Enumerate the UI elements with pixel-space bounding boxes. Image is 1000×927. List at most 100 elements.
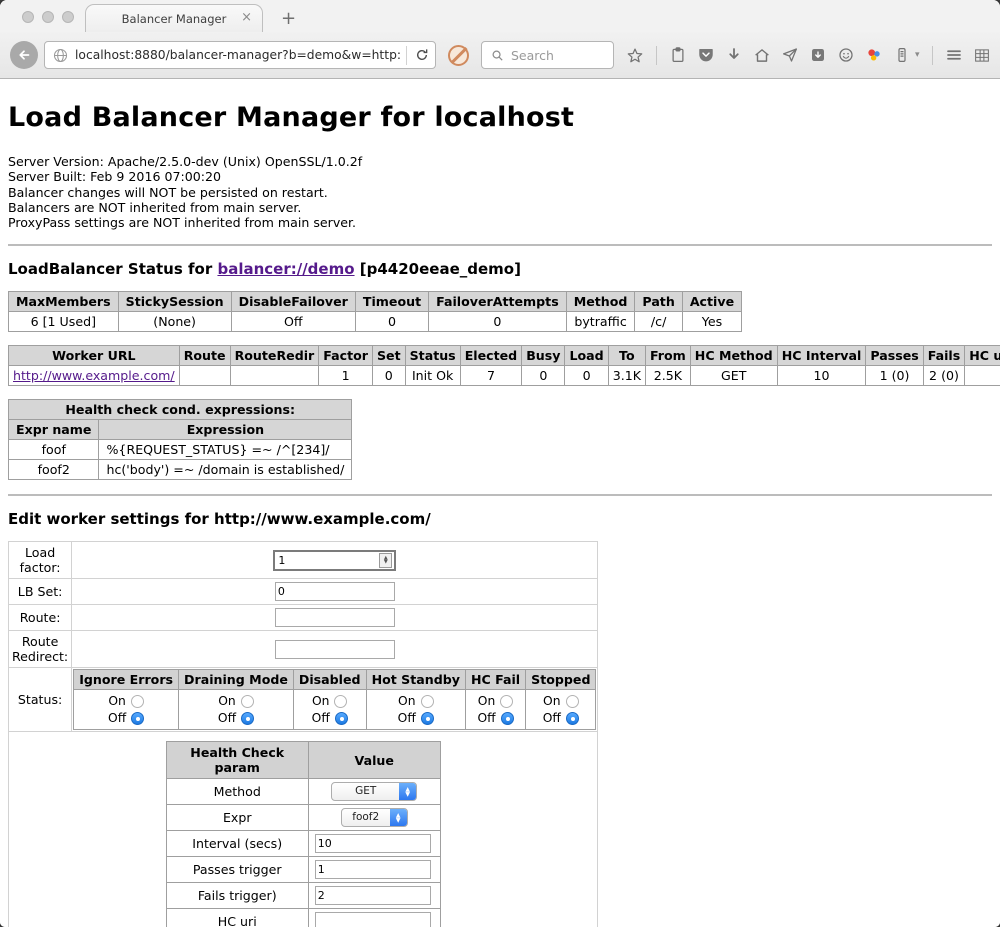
- search-icon: [488, 46, 506, 64]
- col-method: Method: [566, 292, 635, 312]
- download-icon[interactable]: [725, 46, 743, 64]
- lb-set-input[interactable]: [275, 582, 395, 601]
- globe-icon: [51, 46, 69, 64]
- back-button[interactable]: [10, 41, 38, 69]
- hc-uri-input[interactable]: [315, 912, 431, 927]
- send-plane-icon[interactable]: [781, 46, 799, 64]
- menu-button[interactable]: [945, 46, 963, 64]
- page-title: Load Balancer Manager for localhost: [8, 102, 992, 133]
- home-icon[interactable]: [753, 46, 771, 64]
- expr-select[interactable]: foof2 ▲▼: [341, 808, 408, 827]
- select-stepper-icon: ▲▼: [390, 809, 407, 826]
- url-text[interactable]: localhost:8880/balancer-manager?b=demo&w…: [75, 48, 400, 62]
- hot-standby-off-radio[interactable]: [421, 712, 434, 725]
- load-factor-input[interactable]: 1 ▲▼: [273, 550, 396, 571]
- route-input[interactable]: [275, 608, 395, 627]
- col-active: Active: [682, 292, 741, 312]
- hc-fail-on-radio[interactable]: [500, 695, 513, 708]
- form-row-load-factor: Load factor: 1 ▲▼: [9, 542, 598, 579]
- ignore-errors-on-radio[interactable]: [131, 695, 144, 708]
- stopped-on-radio[interactable]: [566, 695, 579, 708]
- url-bar[interactable]: localhost:8880/balancer-manager?b=demo&w…: [44, 41, 436, 69]
- pocket-icon[interactable]: [697, 46, 715, 64]
- server-built: Server Built: Feb 9 2016 07:00:20: [8, 169, 221, 184]
- browser-tab[interactable]: Balancer Manager ×: [85, 4, 263, 32]
- toolbar-divider: [932, 46, 933, 65]
- browser-window: Balancer Manager × + localhost:8880/bala…: [0, 0, 1000, 927]
- search-input[interactable]: [511, 48, 601, 63]
- form-row-lb-set: LB Set:: [9, 579, 598, 605]
- col-disablefailover: DisableFailover: [231, 292, 355, 312]
- hc-row-passes: Passes trigger: [166, 857, 440, 883]
- hc-row-hcuri: HC uri: [166, 909, 440, 927]
- urlbar-divider: [406, 46, 407, 65]
- balancer-link[interactable]: balancer://demo: [217, 260, 354, 278]
- expr-row: foof2 hc('body') =~ /domain is establish…: [9, 460, 352, 480]
- fails-input[interactable]: [315, 886, 431, 905]
- table-row: 6 [1 Used] (None) Off 0 0 bytraffic /c/ …: [9, 312, 742, 332]
- col-maxmembers: MaxMembers: [9, 292, 119, 312]
- status-table: Ignore Errors Draining Mode Disabled Hot…: [73, 669, 596, 730]
- new-tab-button[interactable]: +: [281, 10, 296, 28]
- back-arrow-icon: [15, 46, 33, 64]
- draining-mode-off-radio[interactable]: [241, 712, 254, 725]
- server-version: Server Version: Apache/2.5.0-dev (Unix) …: [8, 154, 362, 169]
- window-close-button[interactable]: [22, 11, 34, 23]
- col-timeout: Timeout: [355, 292, 428, 312]
- status-heading-suffix: [p4420eeae_demo]: [355, 260, 521, 278]
- status-heading-prefix: LoadBalancer Status for: [8, 260, 217, 278]
- col-failoverattempts: FailoverAttempts: [429, 292, 567, 312]
- hc-fail-off-radio[interactable]: [501, 712, 514, 725]
- notes-panel-icon[interactable]: [893, 46, 911, 64]
- search-bar[interactable]: [481, 41, 614, 69]
- ignore-errors-off-radio[interactable]: [131, 712, 144, 725]
- method-select[interactable]: GET ▲▼: [331, 782, 417, 801]
- balancer-table: MaxMembers StickySession DisableFailover…: [8, 291, 742, 332]
- worker-table: Worker URL Route RouteRedir Factor Set S…: [8, 345, 1000, 386]
- window-minimize-button[interactable]: [42, 11, 54, 23]
- hc-expr-table: Health check cond. expressions: Expr nam…: [8, 399, 352, 480]
- form-row-route-redirect: Route Redirect:: [9, 631, 598, 668]
- clipboard-icon[interactable]: [669, 46, 687, 64]
- table-header-row: Expr name Expression: [9, 420, 352, 440]
- load-factor-label: Load factor:: [9, 542, 72, 579]
- table-header-row: Worker URL Route RouteRedir Factor Set S…: [9, 346, 1000, 366]
- health-check-table: Health Check param Value Method GET ▲▼: [166, 741, 441, 927]
- interval-input[interactable]: [315, 834, 431, 853]
- colorful-dots-extension-icon[interactable]: [865, 46, 883, 64]
- reload-button[interactable]: [413, 46, 431, 64]
- expr-row: foof %{REQUEST_STATUS} =~ /^[234]/: [9, 440, 352, 460]
- select-stepper-icon: ▲▼: [399, 783, 416, 800]
- disabled-on-radio[interactable]: [334, 695, 347, 708]
- col-path: Path: [635, 292, 682, 312]
- status-radio-row: On Off On Off On Off: [74, 690, 596, 730]
- draining-mode-on-radio[interactable]: [241, 695, 254, 708]
- hc-header-row: Health Check param Value: [166, 742, 440, 779]
- page-content: Load Balancer Manager for localhost Serv…: [0, 79, 1000, 927]
- hc-expr-title: Health check cond. expressions:: [9, 400, 352, 420]
- tab-close-icon[interactable]: ×: [241, 10, 252, 25]
- window-zoom-button[interactable]: [62, 11, 74, 23]
- hc-row-method: Method GET ▲▼: [166, 779, 440, 805]
- hc-row-expr: Expr foof2 ▲▼: [166, 805, 440, 831]
- browser-tab-bar: Balancer Manager × +: [0, 0, 1000, 32]
- route-label: Route:: [9, 605, 72, 631]
- worker-url-link[interactable]: http://www.example.com/: [13, 368, 175, 383]
- route-redirect-input[interactable]: [275, 640, 395, 659]
- bookmark-star-icon[interactable]: [626, 46, 644, 64]
- status-header-row: Ignore Errors Draining Mode Disabled Hot…: [74, 670, 596, 690]
- chat-smiley-icon[interactable]: [837, 46, 855, 64]
- passes-input[interactable]: [315, 860, 431, 879]
- disabled-off-radio[interactable]: [335, 712, 348, 725]
- content-blocked-icon[interactable]: [448, 45, 469, 66]
- form-row-route: Route:: [9, 605, 598, 631]
- hot-standby-on-radio[interactable]: [421, 695, 434, 708]
- server-info: Server Version: Apache/2.5.0-dev (Unix) …: [8, 154, 992, 230]
- tab-groups-grid-icon[interactable]: [973, 46, 991, 64]
- navigation-toolbar: localhost:8880/balancer-manager?b=demo&w…: [0, 32, 1000, 79]
- stopped-off-radio[interactable]: [566, 712, 579, 725]
- chevron-down-icon[interactable]: ▾: [915, 50, 920, 60]
- number-stepper-icon[interactable]: ▲▼: [379, 553, 392, 568]
- square-download-icon[interactable]: [809, 46, 827, 64]
- persist-note: Balancer changes will NOT be persisted o…: [8, 185, 328, 200]
